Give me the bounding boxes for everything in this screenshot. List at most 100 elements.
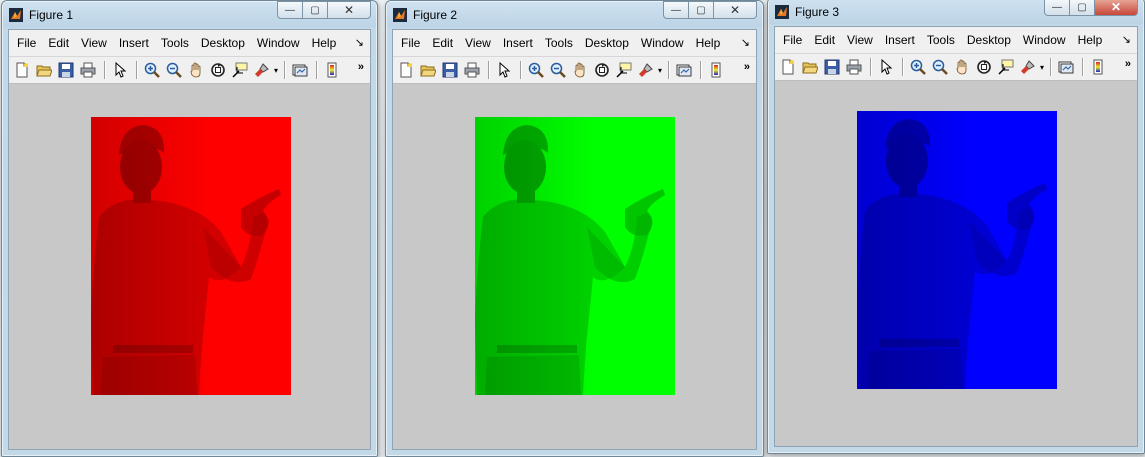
new-figure-icon[interactable]: [396, 60, 416, 80]
figure-toolbar: ▾»: [9, 57, 370, 84]
red-channel-image: [91, 117, 291, 395]
maximize-button[interactable]: ▢: [302, 1, 328, 19]
zoom-out-icon[interactable]: [930, 57, 950, 77]
pan-hand-icon[interactable]: [952, 57, 972, 77]
toolbar-separator: [284, 61, 287, 79]
menu-window[interactable]: Window: [251, 30, 306, 56]
rotate-3d-icon[interactable]: [592, 60, 612, 80]
menu-file[interactable]: File: [11, 30, 42, 56]
brush-icon[interactable]: [252, 60, 272, 80]
figure-window-3: Figure 3 — ▢ ✕ File Edit View Insert Tools De…: [767, 0, 1145, 454]
link-plot-icon[interactable]: [1056, 57, 1076, 77]
brush-dropdown-icon[interactable]: ▾: [1040, 63, 1044, 72]
menu-window[interactable]: Window: [1017, 27, 1072, 53]
edit-plot-arrow-icon[interactable]: [110, 60, 130, 80]
maximize-button[interactable]: ▢: [1069, 0, 1095, 16]
close-button[interactable]: ✕: [327, 1, 371, 19]
zoom-out-icon[interactable]: [548, 60, 568, 80]
window-title: Figure 2: [413, 8, 458, 22]
figure-window-1: Figure 1 — ▢ ✕ File Edit View Insert Tools De…: [1, 0, 378, 457]
save-icon[interactable]: [822, 57, 842, 77]
data-cursor-icon[interactable]: [614, 60, 634, 80]
image-axes[interactable]: [91, 117, 291, 395]
menu-view[interactable]: View: [459, 30, 497, 56]
figure-canvas[interactable]: [9, 84, 370, 449]
menu-bar: File Edit View Insert Tools Desktop Window Help…: [9, 30, 370, 57]
brush-icon[interactable]: [636, 60, 656, 80]
menu-help[interactable]: Help: [306, 30, 343, 56]
rotate-3d-icon[interactable]: [974, 57, 994, 77]
menu-desktop[interactable]: Desktop: [195, 30, 251, 56]
menu-desktop[interactable]: Desktop: [579, 30, 635, 56]
menu-file[interactable]: File: [395, 30, 426, 56]
menu-help[interactable]: Help: [690, 30, 727, 56]
colorbar-icon[interactable]: [1088, 57, 1108, 77]
toolbar-overflow-icon[interactable]: »: [1125, 58, 1131, 70]
menu-insert[interactable]: Insert: [879, 27, 921, 53]
menu-view[interactable]: View: [841, 27, 879, 53]
figure-canvas[interactable]: [775, 81, 1137, 446]
menu-overflow-icon[interactable]: ↘: [1122, 33, 1131, 46]
matlab-icon: [9, 8, 23, 22]
menu-help[interactable]: Help: [1072, 27, 1109, 53]
menu-overflow-icon[interactable]: ↘: [355, 36, 364, 49]
data-cursor-icon[interactable]: [996, 57, 1016, 77]
zoom-in-icon[interactable]: [526, 60, 546, 80]
link-plot-icon[interactable]: [290, 60, 310, 80]
link-plot-icon[interactable]: [674, 60, 694, 80]
save-icon[interactable]: [440, 60, 460, 80]
brush-dropdown-icon[interactable]: ▾: [658, 66, 662, 75]
rotate-3d-icon[interactable]: [208, 60, 228, 80]
edit-plot-arrow-icon[interactable]: [494, 60, 514, 80]
new-figure-icon[interactable]: [778, 57, 798, 77]
toolbar-separator: [136, 61, 138, 79]
menu-tools[interactable]: Tools: [921, 27, 961, 53]
toolbar-overflow-icon[interactable]: »: [744, 61, 750, 73]
print-icon[interactable]: [844, 57, 864, 77]
figure-toolbar: ▾»: [393, 57, 756, 84]
print-icon[interactable]: [78, 60, 98, 80]
image-axes[interactable]: [475, 117, 675, 395]
minimize-button[interactable]: —: [1044, 0, 1070, 16]
caption-buttons: — ▢ ✕: [663, 1, 757, 21]
colorbar-icon[interactable]: [322, 60, 342, 80]
menu-tools[interactable]: Tools: [155, 30, 195, 56]
brush-icon[interactable]: [1018, 57, 1038, 77]
minimize-button[interactable]: —: [663, 1, 689, 19]
zoom-out-icon[interactable]: [164, 60, 184, 80]
zoom-in-icon[interactable]: [142, 60, 162, 80]
edit-plot-arrow-icon[interactable]: [876, 57, 896, 77]
pan-hand-icon[interactable]: [570, 60, 590, 80]
menu-view[interactable]: View: [75, 30, 113, 56]
brush-dropdown-icon[interactable]: ▾: [274, 66, 278, 75]
data-cursor-icon[interactable]: [230, 60, 250, 80]
menu-insert[interactable]: Insert: [497, 30, 539, 56]
maximize-button[interactable]: ▢: [688, 1, 714, 19]
open-file-icon[interactable]: [800, 57, 820, 77]
open-file-icon[interactable]: [418, 60, 438, 80]
menu-window[interactable]: Window: [635, 30, 690, 56]
new-figure-icon[interactable]: [12, 60, 32, 80]
save-icon[interactable]: [56, 60, 76, 80]
matlab-icon: [393, 8, 407, 22]
menu-tools[interactable]: Tools: [539, 30, 579, 56]
menu-desktop[interactable]: Desktop: [961, 27, 1017, 53]
colorbar-icon[interactable]: [706, 60, 726, 80]
print-icon[interactable]: [462, 60, 482, 80]
close-button[interactable]: ✕: [1094, 0, 1138, 16]
menu-edit[interactable]: Edit: [42, 30, 75, 56]
figure-toolbar: ▾»: [775, 54, 1137, 81]
close-button[interactable]: ✕: [713, 1, 757, 19]
toolbar-overflow-icon[interactable]: »: [358, 61, 364, 73]
zoom-in-icon[interactable]: [908, 57, 928, 77]
menu-overflow-icon[interactable]: ↘: [741, 36, 750, 49]
open-file-icon[interactable]: [34, 60, 54, 80]
menu-file[interactable]: File: [777, 27, 808, 53]
pan-hand-icon[interactable]: [186, 60, 206, 80]
figure-canvas[interactable]: [393, 84, 756, 449]
image-axes[interactable]: [857, 111, 1057, 389]
menu-edit[interactable]: Edit: [426, 30, 459, 56]
menu-insert[interactable]: Insert: [113, 30, 155, 56]
minimize-button[interactable]: —: [277, 1, 303, 19]
menu-edit[interactable]: Edit: [808, 27, 841, 53]
